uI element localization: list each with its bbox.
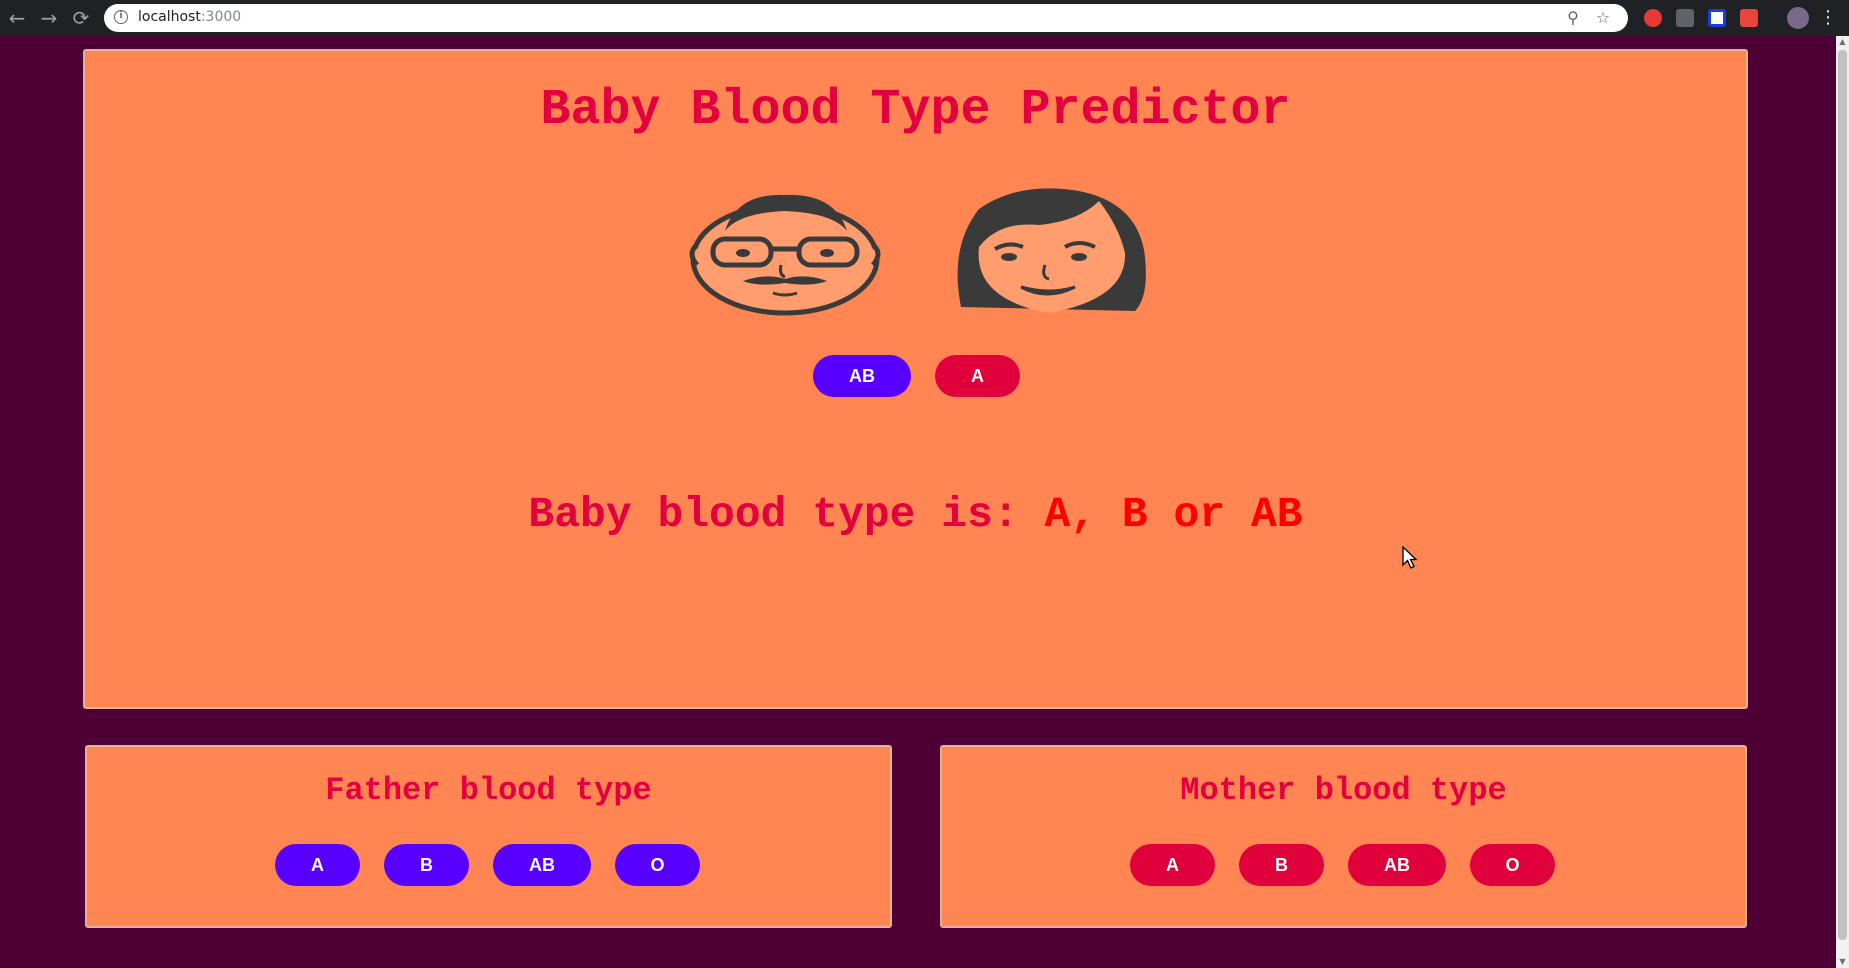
mother-option-o-button[interactable]: O	[1470, 844, 1555, 886]
father-blood-type-panel: Father blood type A B AB O	[85, 745, 892, 928]
reload-icon[interactable]: ⟳	[68, 5, 94, 31]
page-scrollbar[interactable]: ▲ ▼	[1836, 36, 1849, 968]
father-face-icon	[689, 194, 881, 316]
father-option-b-button[interactable]: B	[384, 844, 469, 886]
url-port: :3000	[200, 9, 242, 25]
result-text: Baby blood type is: A, B or AB	[85, 489, 1746, 541]
site-info-icon[interactable]: i	[114, 10, 128, 24]
mother-panel-title: Mother blood type	[1180, 772, 1507, 809]
selected-father-type-button[interactable]: AB	[813, 355, 911, 397]
browser-toolbar: ← → ⟳ i localhost:3000 ⚲ ☆ ⋮	[0, 0, 1849, 36]
parents-illustration	[85, 187, 1746, 317]
mother-option-ab-button[interactable]: AB	[1348, 844, 1446, 886]
mother-option-b-button[interactable]: B	[1239, 844, 1324, 886]
back-icon[interactable]: ←	[4, 5, 30, 31]
mother-option-a-button[interactable]: A	[1130, 844, 1215, 886]
selected-mother-type-button[interactable]: A	[935, 355, 1020, 397]
scroll-down-icon[interactable]: ▼	[1836, 956, 1849, 968]
father-option-ab-button[interactable]: AB	[493, 844, 591, 886]
mouse-cursor-icon	[1402, 546, 1418, 569]
profile-avatar-icon[interactable]	[1787, 7, 1809, 29]
result-label: Baby blood type is:	[528, 490, 1019, 539]
predictor-card: Baby Blood Type Predictor AB A Baby bloo…	[83, 49, 1748, 709]
page-title: Baby Blood Type Predictor	[540, 82, 1291, 139]
father-option-a-button[interactable]: A	[275, 844, 360, 886]
mother-face-icon	[957, 188, 1146, 313]
url-host: localhost	[138, 9, 201, 25]
scrollbar-thumb[interactable]	[1838, 50, 1847, 940]
father-option-o-button[interactable]: O	[615, 844, 700, 886]
father-panel-title: Father blood type	[325, 772, 652, 809]
extension-download-icon[interactable]	[1676, 9, 1694, 27]
extension-stop-icon[interactable]	[1644, 9, 1662, 27]
address-bar-url[interactable]: localhost:3000	[138, 9, 241, 25]
mother-blood-type-panel: Mother blood type A B AB O	[940, 745, 1747, 928]
result-value: A, B or AB	[1044, 490, 1303, 539]
zoom-icon[interactable]: ⚲	[1562, 7, 1584, 29]
address-bar[interactable]: i localhost:3000 ⚲ ☆	[104, 4, 1628, 32]
scroll-up-icon[interactable]: ▲	[1836, 36, 1849, 48]
bookmark-star-icon[interactable]: ☆	[1592, 7, 1614, 29]
forward-icon[interactable]: →	[36, 5, 62, 31]
extension-flag-icon[interactable]	[1708, 9, 1726, 27]
browser-menu-icon[interactable]: ⋮	[1818, 6, 1838, 30]
extension-clip-icon[interactable]	[1740, 9, 1758, 27]
